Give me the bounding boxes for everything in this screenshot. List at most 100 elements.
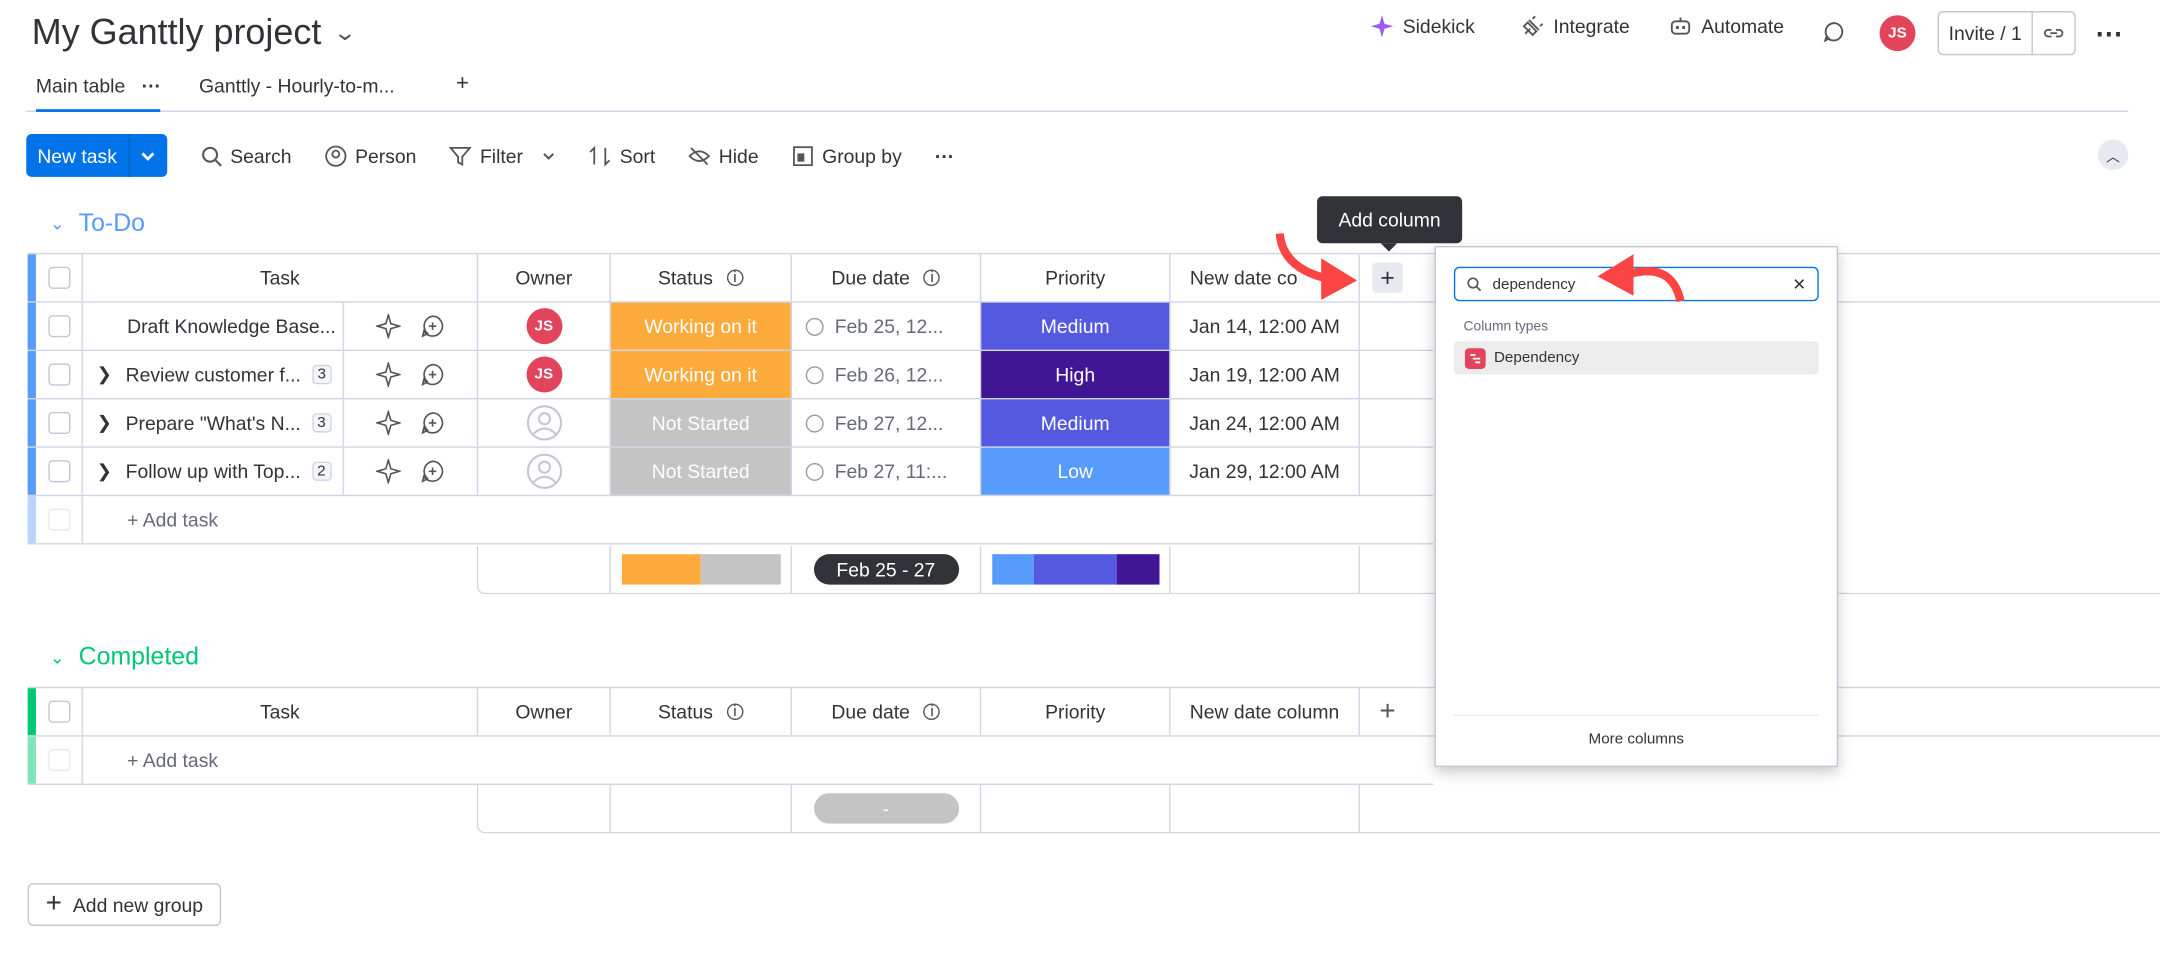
task-name[interactable]: Draft Knowledge Base...: [127, 315, 336, 337]
tab-ganttly[interactable]: Ganttly - Hourly-to-m...: [199, 75, 395, 97]
row-checkbox[interactable]: [47, 315, 70, 338]
empty-owner-icon[interactable]: [526, 405, 562, 441]
chevron-down-icon[interactable]: [542, 149, 556, 163]
column-header-priority[interactable]: Priority: [981, 254, 1171, 302]
sort-button[interactable]: Sort: [589, 144, 655, 167]
owner-cell[interactable]: [478, 399, 611, 447]
priority-cell[interactable]: Low: [981, 447, 1171, 495]
hide-button[interactable]: Hide: [688, 144, 759, 167]
chevron-down-icon[interactable]: [129, 147, 166, 164]
automate-button[interactable]: Automate: [1668, 14, 1784, 39]
owner-cell[interactable]: [478, 447, 611, 495]
priority-cell[interactable]: Medium: [981, 399, 1171, 447]
filter-button[interactable]: Filter: [449, 144, 557, 167]
new-date-cell[interactable]: Jan 24, 12:00 AM: [1171, 399, 1360, 447]
info-icon[interactable]: i: [923, 269, 941, 287]
integrate-button[interactable]: Integrate: [1520, 14, 1630, 39]
subitems-count[interactable]: 3: [311, 413, 332, 433]
updates-icon[interactable]: [1821, 19, 1846, 48]
column-header-owner[interactable]: Owner: [478, 688, 611, 736]
tab-main-table[interactable]: Main table ···: [35, 75, 161, 112]
avatar[interactable]: JS: [1879, 15, 1916, 52]
add-update-icon[interactable]: [420, 410, 445, 435]
owner-cell[interactable]: JS: [478, 351, 611, 399]
chevron-down-icon[interactable]: ⌄: [50, 646, 65, 668]
dependency-column-option[interactable]: Dependency: [1453, 341, 1819, 375]
sparkle-icon[interactable]: [375, 410, 401, 436]
group-by-button[interactable]: Group by: [792, 144, 902, 167]
status-cell[interactable]: Working on it: [610, 351, 792, 399]
task-name[interactable]: Review customer f...: [126, 363, 301, 385]
column-header-status[interactable]: Status i: [611, 254, 792, 302]
add-column-button[interactable]: +: [1360, 254, 1415, 301]
status-summary[interactable]: [611, 545, 792, 593]
tab-options-icon[interactable]: ···: [142, 75, 161, 97]
status-cell[interactable]: Working on it: [610, 302, 792, 350]
clear-icon[interactable]: ✕: [1792, 274, 1806, 293]
group-title-todo[interactable]: ⌄ To-Do: [50, 209, 145, 238]
subitems-count[interactable]: 3: [311, 364, 332, 385]
project-title[interactable]: My Ganttly project ⌄: [32, 11, 357, 54]
add-update-icon[interactable]: [420, 459, 445, 484]
due-date-cell[interactable]: Feb 25, 12...: [792, 302, 982, 350]
new-date-cell[interactable]: Jan 14, 12:00 AM: [1171, 302, 1360, 350]
new-task-button[interactable]: New task: [26, 134, 167, 177]
new-date-cell[interactable]: Jan 29, 12:00 AM: [1171, 447, 1360, 495]
table-row[interactable]: ❯ Follow up with Top... 2 Not Started Feb 27…: [27, 447, 1434, 497]
task-cell[interactable]: ❯ Prepare "What's N... 3: [83, 399, 345, 447]
more-menu-icon[interactable]: ⋯: [2095, 17, 2123, 52]
sparkle-icon[interactable]: [375, 362, 401, 387]
add-task-input[interactable]: + Add task: [83, 496, 1433, 543]
status-cell[interactable]: Not Started: [610, 399, 792, 447]
column-header-due-date[interactable]: Due date i: [792, 688, 982, 736]
chevron-down-icon[interactable]: ⌄: [332, 19, 356, 47]
column-header-due-date[interactable]: Due date i: [792, 254, 982, 302]
due-date-cell[interactable]: Feb 27, 11:...: [792, 447, 982, 495]
task-name[interactable]: Prepare "What's N...: [126, 412, 301, 434]
collapse-header-icon[interactable]: ︿: [2097, 139, 2129, 170]
priority-cell[interactable]: Medium: [981, 302, 1171, 350]
add-update-icon[interactable]: [420, 314, 445, 339]
row-checkbox[interactable]: [47, 363, 70, 386]
sparkle-icon[interactable]: [375, 313, 401, 339]
more-columns-link[interactable]: More columns: [1436, 731, 1837, 748]
plus-icon[interactable]: +: [1372, 262, 1403, 293]
person-filter-button[interactable]: Person: [325, 144, 416, 167]
due-circle-icon[interactable]: [805, 317, 824, 336]
due-date-summary[interactable]: Feb 25 - 27: [813, 554, 959, 585]
link-icon[interactable]: [2033, 12, 2074, 53]
sidekick-button[interactable]: Sidekick: [1370, 14, 1475, 39]
table-row[interactable]: ❯ Review customer f... 3 JS Working on it Feb…: [27, 351, 1434, 400]
priority-summary[interactable]: [981, 545, 1171, 593]
task-cell[interactable]: Draft Knowledge Base...: [83, 302, 345, 350]
owner-avatar[interactable]: JS: [525, 308, 562, 345]
row-checkbox[interactable]: [47, 411, 70, 434]
column-header-new-date[interactable]: New date column: [1171, 688, 1360, 736]
table-row[interactable]: ❯ Prepare "What's N... 3 Not Started Feb 27,…: [27, 399, 1434, 448]
chevron-down-icon[interactable]: ⌄: [50, 212, 65, 234]
task-cell[interactable]: ❯ Review customer f... 3: [83, 351, 345, 399]
due-date-cell[interactable]: Feb 26, 12...: [792, 351, 982, 399]
add-view-icon[interactable]: +: [456, 72, 469, 97]
select-all-checkbox[interactable]: [47, 266, 70, 289]
info-icon[interactable]: i: [726, 269, 744, 287]
due-date-cell[interactable]: Feb 27, 12...: [792, 399, 982, 447]
column-header-task[interactable]: Task: [83, 688, 479, 736]
column-header-owner[interactable]: Owner: [478, 254, 611, 302]
column-header-priority[interactable]: Priority: [981, 688, 1171, 736]
subitems-count[interactable]: 2: [311, 461, 332, 481]
more-options-icon[interactable]: ···: [935, 144, 954, 166]
add-column-icon[interactable]: +: [1360, 688, 1415, 735]
due-circle-icon[interactable]: [805, 365, 824, 384]
owner-cell[interactable]: JS: [478, 302, 611, 350]
status-cell[interactable]: Not Started: [610, 447, 792, 495]
due-circle-icon[interactable]: [805, 413, 824, 432]
info-icon[interactable]: i: [726, 703, 744, 721]
chevron-right-icon[interactable]: ❯: [97, 363, 112, 385]
add-new-group-button[interactable]: + Add new group: [27, 883, 222, 926]
group-title-completed[interactable]: ⌄ Completed: [50, 643, 199, 672]
task-cell[interactable]: ❯ Follow up with Top... 2: [83, 447, 345, 495]
new-date-cell[interactable]: Jan 19, 12:00 AM: [1171, 351, 1360, 399]
table-row[interactable]: Draft Knowledge Base... JS Working on it Fe…: [27, 302, 1434, 352]
sparkle-icon[interactable]: [375, 458, 401, 484]
